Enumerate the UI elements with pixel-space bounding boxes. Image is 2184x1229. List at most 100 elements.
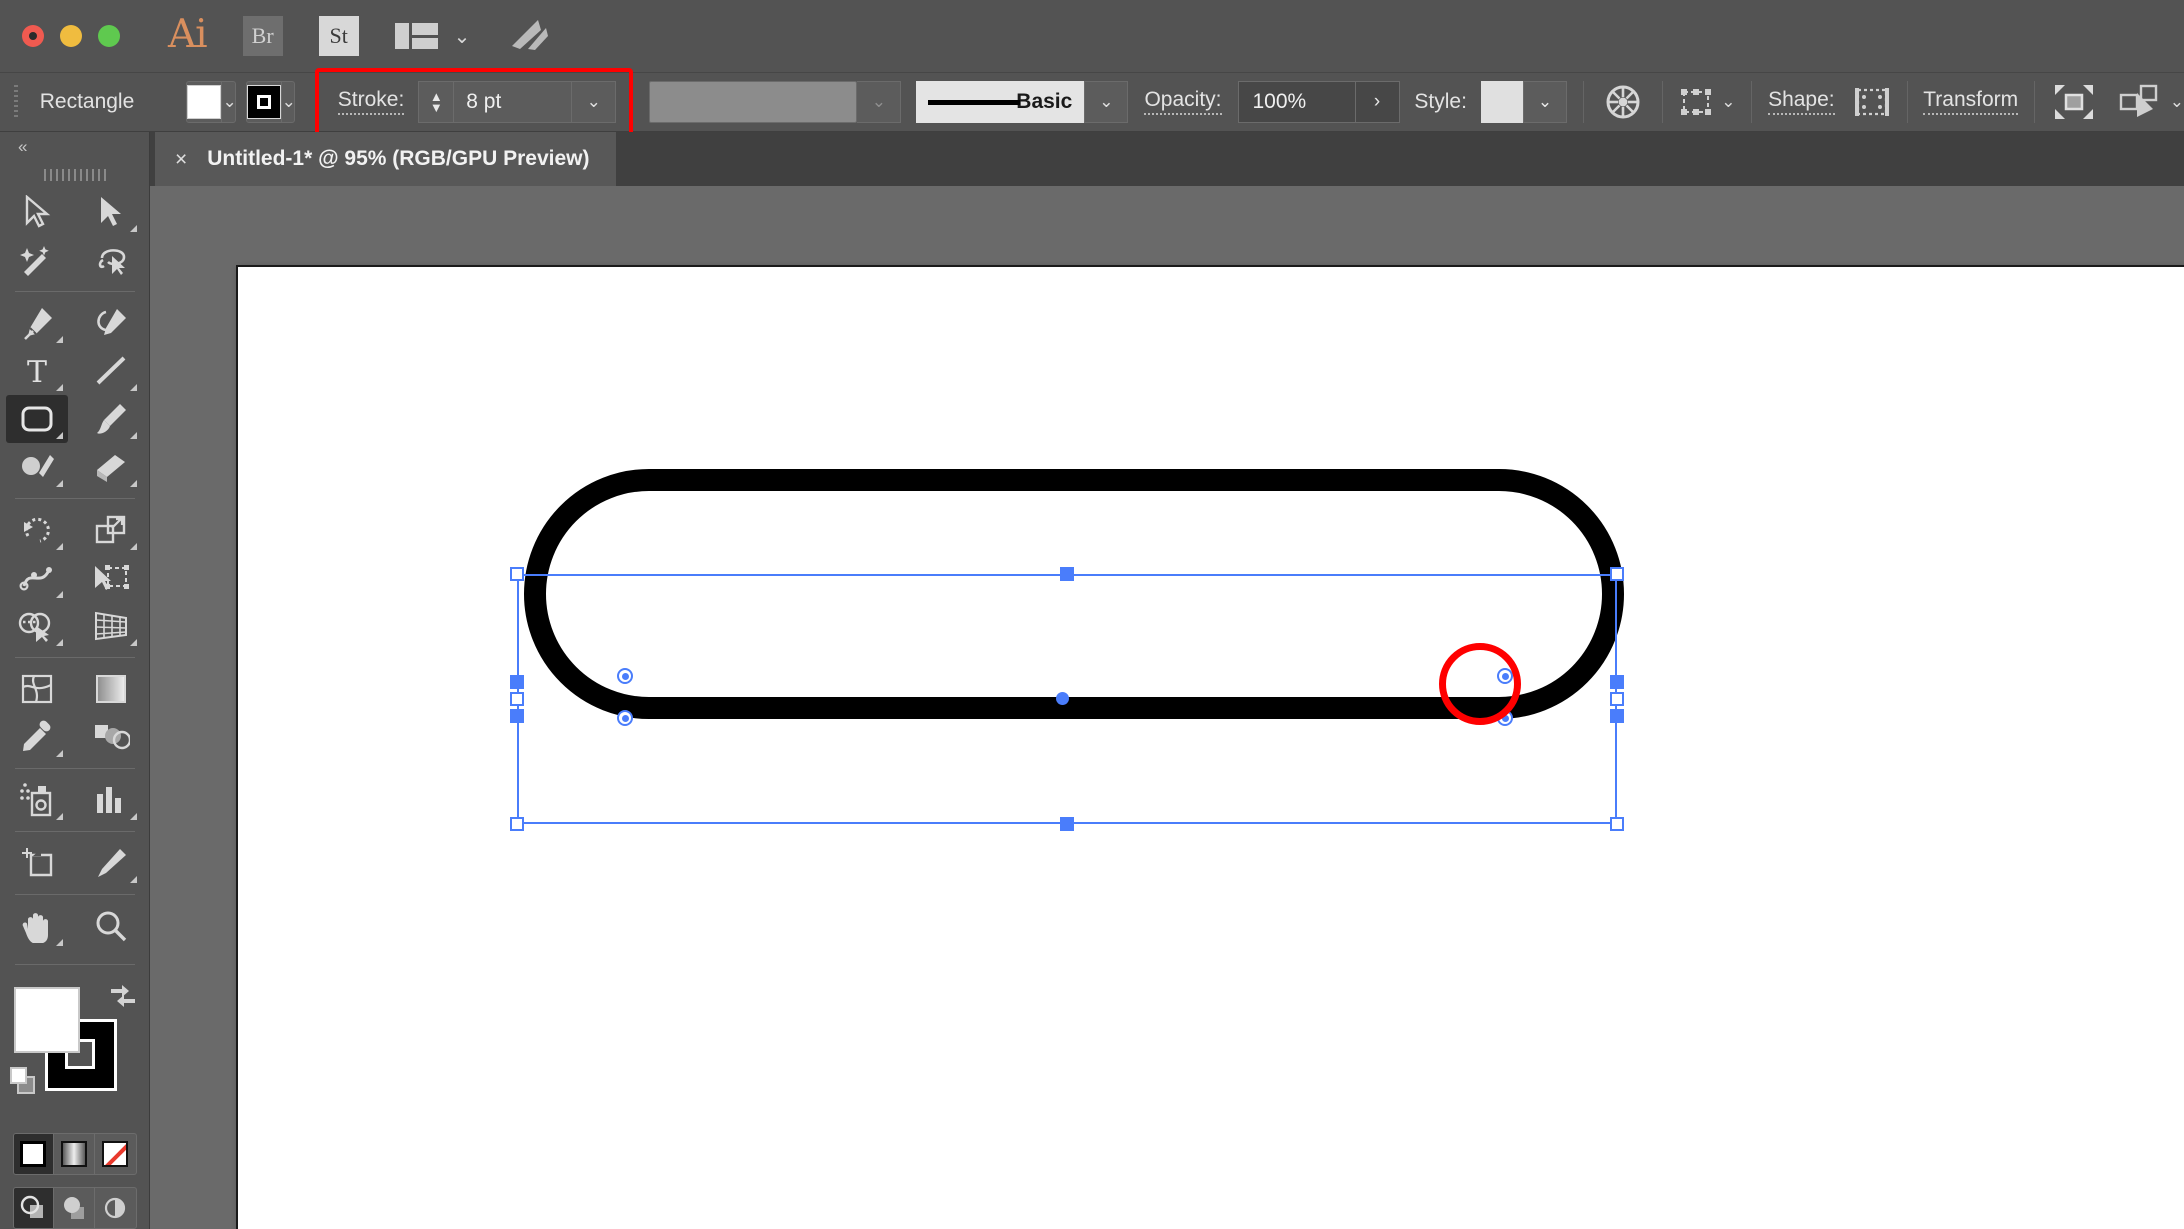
document-tab[interactable]: × Untitled-1* @ 95% (RGB/GPU Preview) bbox=[155, 132, 616, 186]
document-tab-title: Untitled-1* @ 95% (RGB/GPU Preview) bbox=[207, 147, 590, 170]
traffic-lights bbox=[22, 25, 120, 47]
color-mode-group bbox=[12, 1133, 137, 1175]
graphic-style-chevron-down-icon[interactable]: ⌄ bbox=[1522, 81, 1567, 123]
illustrator-logo-icon: Ai bbox=[168, 11, 208, 57]
slice-tool[interactable] bbox=[80, 839, 142, 887]
arrange-icon bbox=[2119, 84, 2157, 117]
stroke-dropdown-chevron-down-icon[interactable]: ⌄ bbox=[280, 82, 294, 122]
fill-color-swatch[interactable] bbox=[14, 987, 80, 1053]
gradient-tool[interactable] bbox=[80, 665, 142, 713]
rounded-rectangle-shape[interactable] bbox=[524, 469, 1624, 719]
minimize-window-button[interactable] bbox=[60, 25, 82, 47]
opacity-control[interactable]: 100% › bbox=[1237, 81, 1400, 123]
curvature-tool[interactable] bbox=[80, 299, 142, 347]
rotate-tool[interactable] bbox=[6, 506, 68, 554]
svg-text:T: T bbox=[27, 355, 47, 387]
brush-definition-chevron-down-icon[interactable]: ⌄ bbox=[1084, 81, 1129, 123]
artboard-tool[interactable] bbox=[6, 839, 68, 887]
transform-label[interactable]: Transform bbox=[1923, 89, 2019, 115]
direct-selection-tool[interactable] bbox=[80, 188, 142, 236]
eyedropper-tool[interactable] bbox=[6, 713, 68, 761]
arrange-chevron-down-icon[interactable]: ⌄ bbox=[2170, 92, 2184, 112]
toolbar-drag-handle[interactable] bbox=[0, 162, 149, 188]
chevron-down-icon[interactable]: ⌄ bbox=[454, 24, 471, 49]
canvas-area[interactable] bbox=[150, 186, 2184, 1229]
color-mode-gradient-button[interactable] bbox=[54, 1134, 95, 1174]
opacity-panel-chevron-right-icon[interactable]: › bbox=[1355, 81, 1400, 123]
brush-definition-field[interactable]: Basic bbox=[916, 81, 1085, 123]
fill-swatch-group[interactable]: ⌄ bbox=[186, 81, 236, 123]
style-label: Style: bbox=[1414, 90, 1467, 113]
type-tool[interactable]: T bbox=[6, 347, 68, 395]
bridge-icon[interactable]: Br bbox=[242, 16, 283, 56]
recolor-artwork-icon[interactable] bbox=[1600, 79, 1646, 125]
graphic-style-control[interactable]: ⌄ bbox=[1480, 81, 1567, 123]
variable-width-profile-field[interactable] bbox=[649, 81, 858, 123]
stroke-swatch-group[interactable]: ⌄ bbox=[245, 81, 295, 123]
draw-behind-button[interactable] bbox=[54, 1188, 95, 1228]
symbol-sprayer-tool[interactable] bbox=[6, 776, 68, 824]
tool-grid: T bbox=[0, 188, 149, 950]
hand-tool[interactable] bbox=[6, 902, 68, 950]
select-similar-objects-control[interactable]: ⌄ bbox=[1678, 84, 1735, 120]
document-tab-bar: × Untitled-1* @ 95% (RGB/GPU Preview) bbox=[0, 132, 2184, 186]
stroke-weight-stepper[interactable]: ▲ ▼ bbox=[418, 81, 455, 123]
arrange-documents-icon[interactable] bbox=[394, 23, 438, 49]
close-icon[interactable]: × bbox=[175, 149, 187, 170]
stroke-weight-label[interactable]: Stroke: bbox=[337, 89, 405, 115]
stock-icon[interactable]: St bbox=[318, 16, 359, 56]
artboard[interactable] bbox=[236, 265, 2184, 1229]
control-bar-drag-handle[interactable] bbox=[14, 85, 18, 119]
graphic-style-swatch[interactable] bbox=[1480, 81, 1523, 123]
shaper-tool[interactable] bbox=[6, 443, 68, 491]
select-similar-chevron-down-icon[interactable]: ⌄ bbox=[1721, 92, 1735, 112]
scale-tool[interactable] bbox=[80, 506, 142, 554]
lasso-tool[interactable] bbox=[80, 236, 142, 284]
shape-label[interactable]: Shape: bbox=[1768, 89, 1835, 115]
variable-width-profile-chevron-down-icon[interactable]: ⌄ bbox=[857, 81, 902, 123]
swap-fill-stroke-icon[interactable] bbox=[108, 983, 138, 1014]
color-mode-color-button[interactable] bbox=[13, 1134, 55, 1174]
stroke-weight-highlight: Stroke: ▲ ▼ 8 pt ⌄ bbox=[314, 68, 634, 136]
fill-stroke-swatches bbox=[0, 979, 150, 1129]
stroke-weight-input[interactable]: 8 pt bbox=[454, 81, 573, 123]
paintbrush-tool[interactable] bbox=[80, 395, 142, 443]
brush-definition-label: Basic bbox=[1016, 90, 1073, 113]
stroke-weight-chevron-down-icon[interactable]: ⌄ bbox=[572, 81, 617, 123]
eraser-tool[interactable] bbox=[80, 443, 142, 491]
brush-stroke-preview-icon bbox=[928, 100, 1021, 105]
fill-swatch[interactable] bbox=[187, 82, 222, 122]
width-tool[interactable] bbox=[6, 554, 68, 602]
shape-properties-icon[interactable] bbox=[1853, 85, 1891, 119]
draw-normal-button[interactable] bbox=[13, 1188, 55, 1228]
zoom-window-button[interactable] bbox=[98, 25, 120, 47]
draw-inside-button[interactable] bbox=[95, 1188, 136, 1228]
stroke-weight-control[interactable]: ▲ ▼ 8 pt ⌄ bbox=[418, 81, 617, 123]
line-segment-tool[interactable] bbox=[80, 347, 142, 395]
rocket-icon[interactable] bbox=[508, 16, 552, 57]
align-icon[interactable] bbox=[2051, 81, 2097, 123]
variable-width-profile-control[interactable]: ⌄ bbox=[649, 81, 902, 123]
magic-wand-tool[interactable] bbox=[6, 236, 68, 284]
default-fill-stroke-icon[interactable] bbox=[8, 1065, 42, 1102]
close-window-button[interactable] bbox=[22, 25, 44, 47]
zoom-tool[interactable] bbox=[80, 902, 142, 950]
opacity-input[interactable]: 100% bbox=[1237, 81, 1356, 123]
column-graph-tool[interactable] bbox=[80, 776, 142, 824]
shape-builder-tool[interactable] bbox=[6, 602, 68, 650]
brush-definition-control[interactable]: Basic ⌄ bbox=[916, 81, 1129, 123]
blend-tool[interactable] bbox=[80, 713, 142, 761]
stroke-swatch[interactable] bbox=[246, 82, 281, 122]
pen-tool[interactable] bbox=[6, 299, 68, 347]
opacity-label[interactable]: Opacity: bbox=[1144, 89, 1222, 115]
rectangle-tool[interactable] bbox=[6, 395, 68, 443]
collapse-toolbar-button[interactable]: « bbox=[0, 132, 149, 162]
perspective-grid-tool[interactable] bbox=[80, 602, 142, 650]
fill-dropdown-chevron-down-icon[interactable]: ⌄ bbox=[221, 82, 235, 122]
free-transform-tool[interactable] bbox=[80, 554, 142, 602]
color-mode-none-button[interactable] bbox=[95, 1134, 136, 1174]
arrange-objects-control[interactable]: ⌄ bbox=[2119, 83, 2184, 121]
selection-tool[interactable] bbox=[6, 188, 68, 236]
control-bar: Rectangle ⌄ ⌄ Stroke: ▲ ▼ 8 pt ⌄ ⌄ Basic… bbox=[0, 68, 2184, 136]
mesh-tool[interactable] bbox=[6, 665, 68, 713]
